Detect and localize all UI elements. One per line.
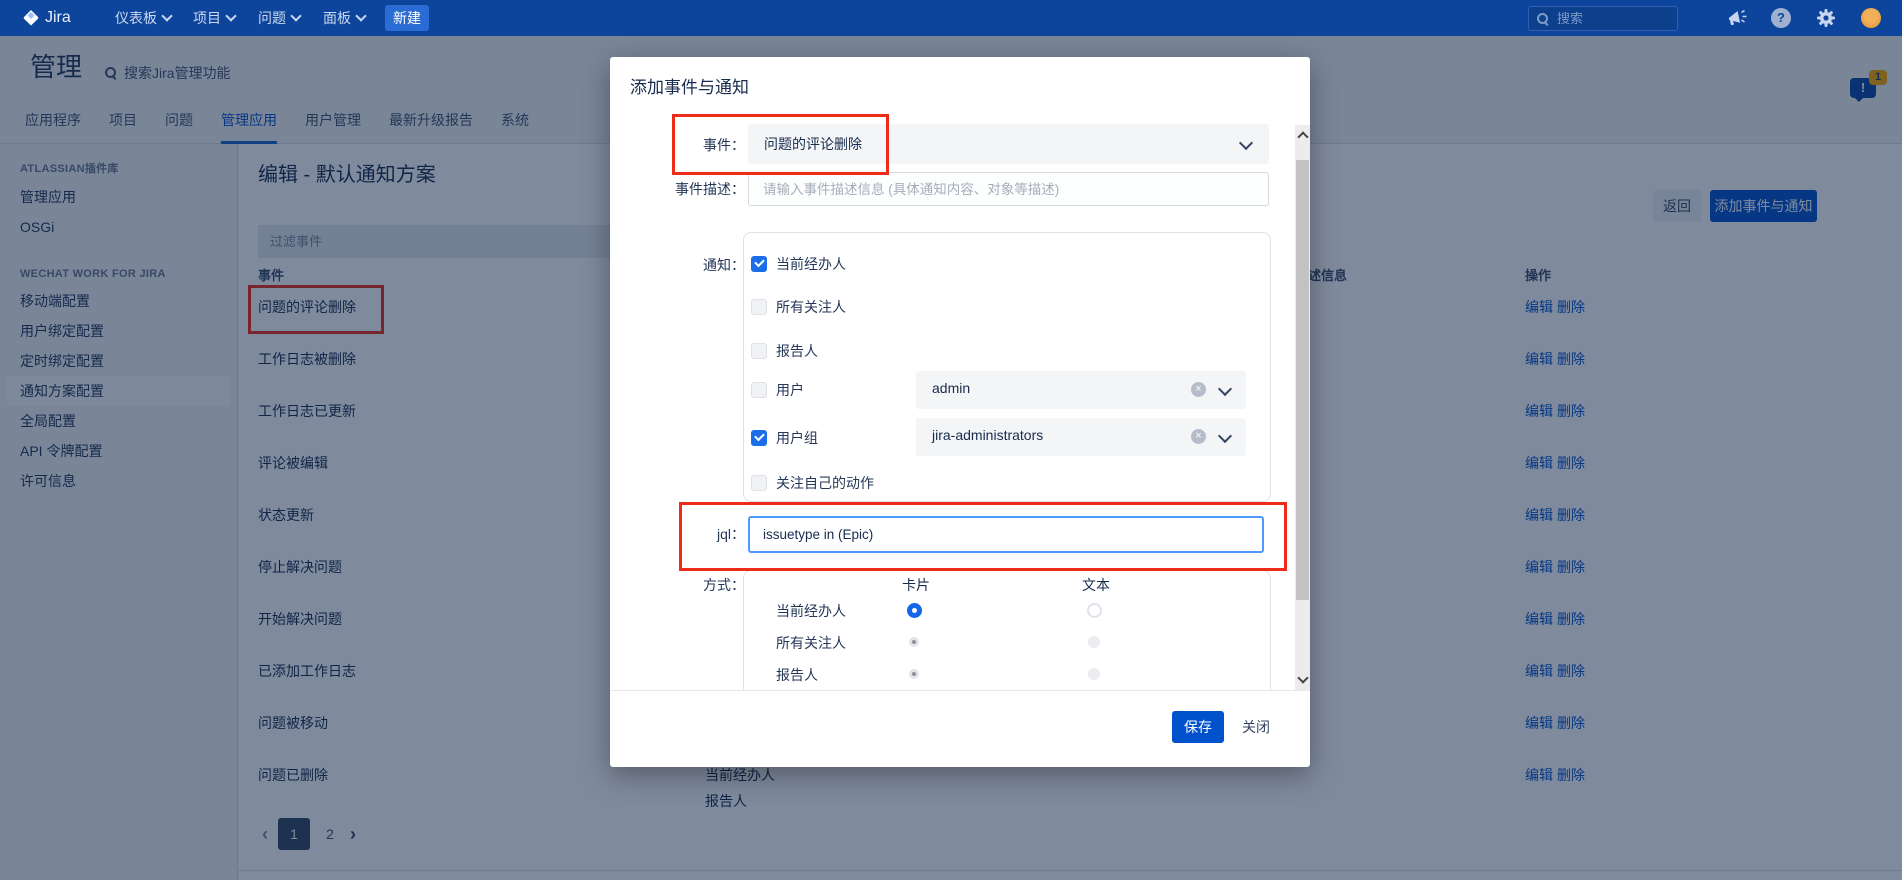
radio-selected-icon[interactable]	[907, 603, 922, 618]
nav-dashboards[interactable]: 仪表板	[115, 0, 173, 36]
radio-icon[interactable]	[1088, 668, 1100, 680]
jira-logo[interactable]: Jira	[22, 0, 71, 36]
notify-option-user-group[interactable]: 用户组	[751, 428, 818, 448]
nav-issues[interactable]: 问题	[258, 0, 302, 36]
method-row-label: 所有关注人	[776, 635, 846, 651]
top-navbar: Jira 仪表板 项目 问题 面板 新建 ?	[0, 0, 1902, 36]
scroll-up-icon[interactable]	[1297, 131, 1309, 143]
method-column-text: 文本	[1082, 577, 1110, 593]
method-column-card: 卡片	[902, 577, 930, 593]
add-event-notification-dialog: 添加事件与通知 事件： 问题的评论删除 事件描述： 通知： 当前经办人 所有关注…	[610, 57, 1310, 767]
method-options-box: 卡片 文本 当前经办人 所有关注人 报告人	[743, 570, 1271, 691]
scroll-down-icon[interactable]	[1297, 672, 1309, 684]
gear-icon[interactable]	[1816, 8, 1836, 28]
checkbox-checked-icon[interactable]	[751, 430, 767, 446]
radio-icon[interactable]	[909, 669, 919, 679]
dialog-title: 添加事件与通知	[630, 78, 749, 97]
method-row-label: 报告人	[776, 667, 818, 683]
jira-logo-text: Jira	[45, 9, 71, 26]
checkbox-icon[interactable]	[751, 475, 767, 491]
user-select[interactable]: admin	[916, 371, 1246, 409]
desc-field-label: 事件描述：	[675, 181, 745, 197]
method-row-label: 当前经办人	[776, 603, 846, 619]
nav-boards[interactable]: 面板	[323, 0, 367, 36]
radio-icon[interactable]	[909, 637, 919, 647]
chevron-down-icon	[161, 10, 173, 22]
chevron-down-icon	[355, 10, 367, 22]
checkbox-checked-icon[interactable]	[751, 256, 767, 272]
search-icon	[1537, 12, 1549, 26]
close-button[interactable]: 关闭	[1242, 717, 1270, 737]
clear-icon[interactable]	[1191, 382, 1206, 397]
chevron-down-icon	[225, 10, 237, 22]
megaphone-icon[interactable]	[1726, 8, 1748, 28]
chevron-down-icon	[290, 10, 302, 22]
event-description-input[interactable]	[748, 172, 1269, 206]
notify-option-current-assignee[interactable]: 当前经办人	[751, 254, 846, 274]
create-button[interactable]: 新建	[385, 5, 429, 31]
chevron-down-icon	[1238, 135, 1254, 151]
chevron-down-icon	[1217, 381, 1233, 397]
radio-icon[interactable]	[1088, 636, 1100, 648]
notify-field-label: 通知：	[703, 257, 745, 273]
notify-option-watch-own-actions[interactable]: 关注自己的动作	[751, 473, 874, 493]
method-field-label: 方式：	[703, 577, 745, 593]
checkbox-icon[interactable]	[751, 299, 767, 315]
annotation-box-jql-field	[679, 502, 1287, 571]
notify-option-user[interactable]: 用户	[751, 380, 804, 400]
jira-logo-icon	[22, 9, 40, 27]
checkbox-icon[interactable]	[751, 343, 767, 359]
radio-icon[interactable]	[1087, 603, 1102, 618]
dialog-scrollbar[interactable]	[1295, 125, 1310, 690]
save-button[interactable]: 保存	[1172, 711, 1224, 743]
user-group-select[interactable]: jira-administrators	[916, 418, 1246, 456]
navbar-search-input[interactable]	[1555, 10, 1649, 27]
notify-option-all-watchers[interactable]: 所有关注人	[751, 297, 846, 317]
annotation-box-event-field	[672, 114, 889, 175]
divider	[610, 690, 1310, 691]
avatar[interactable]	[1861, 8, 1881, 28]
checkbox-icon[interactable]	[751, 382, 767, 398]
chevron-down-icon	[1217, 428, 1233, 444]
user-group-select-value: jira-administrators	[932, 427, 1044, 443]
nav-projects[interactable]: 项目	[193, 0, 237, 36]
notify-option-reporter[interactable]: 报告人	[751, 341, 818, 361]
navbar-search[interactable]	[1528, 6, 1678, 31]
user-select-value: admin	[932, 380, 971, 396]
clear-icon[interactable]	[1191, 429, 1206, 444]
scrollbar-thumb[interactable]	[1296, 160, 1309, 600]
help-icon[interactable]: ?	[1771, 8, 1791, 28]
jira-admin-page: Jira 仪表板 项目 问题 面板 新建 ? 管理 搜索Jira管理功	[0, 0, 1902, 880]
